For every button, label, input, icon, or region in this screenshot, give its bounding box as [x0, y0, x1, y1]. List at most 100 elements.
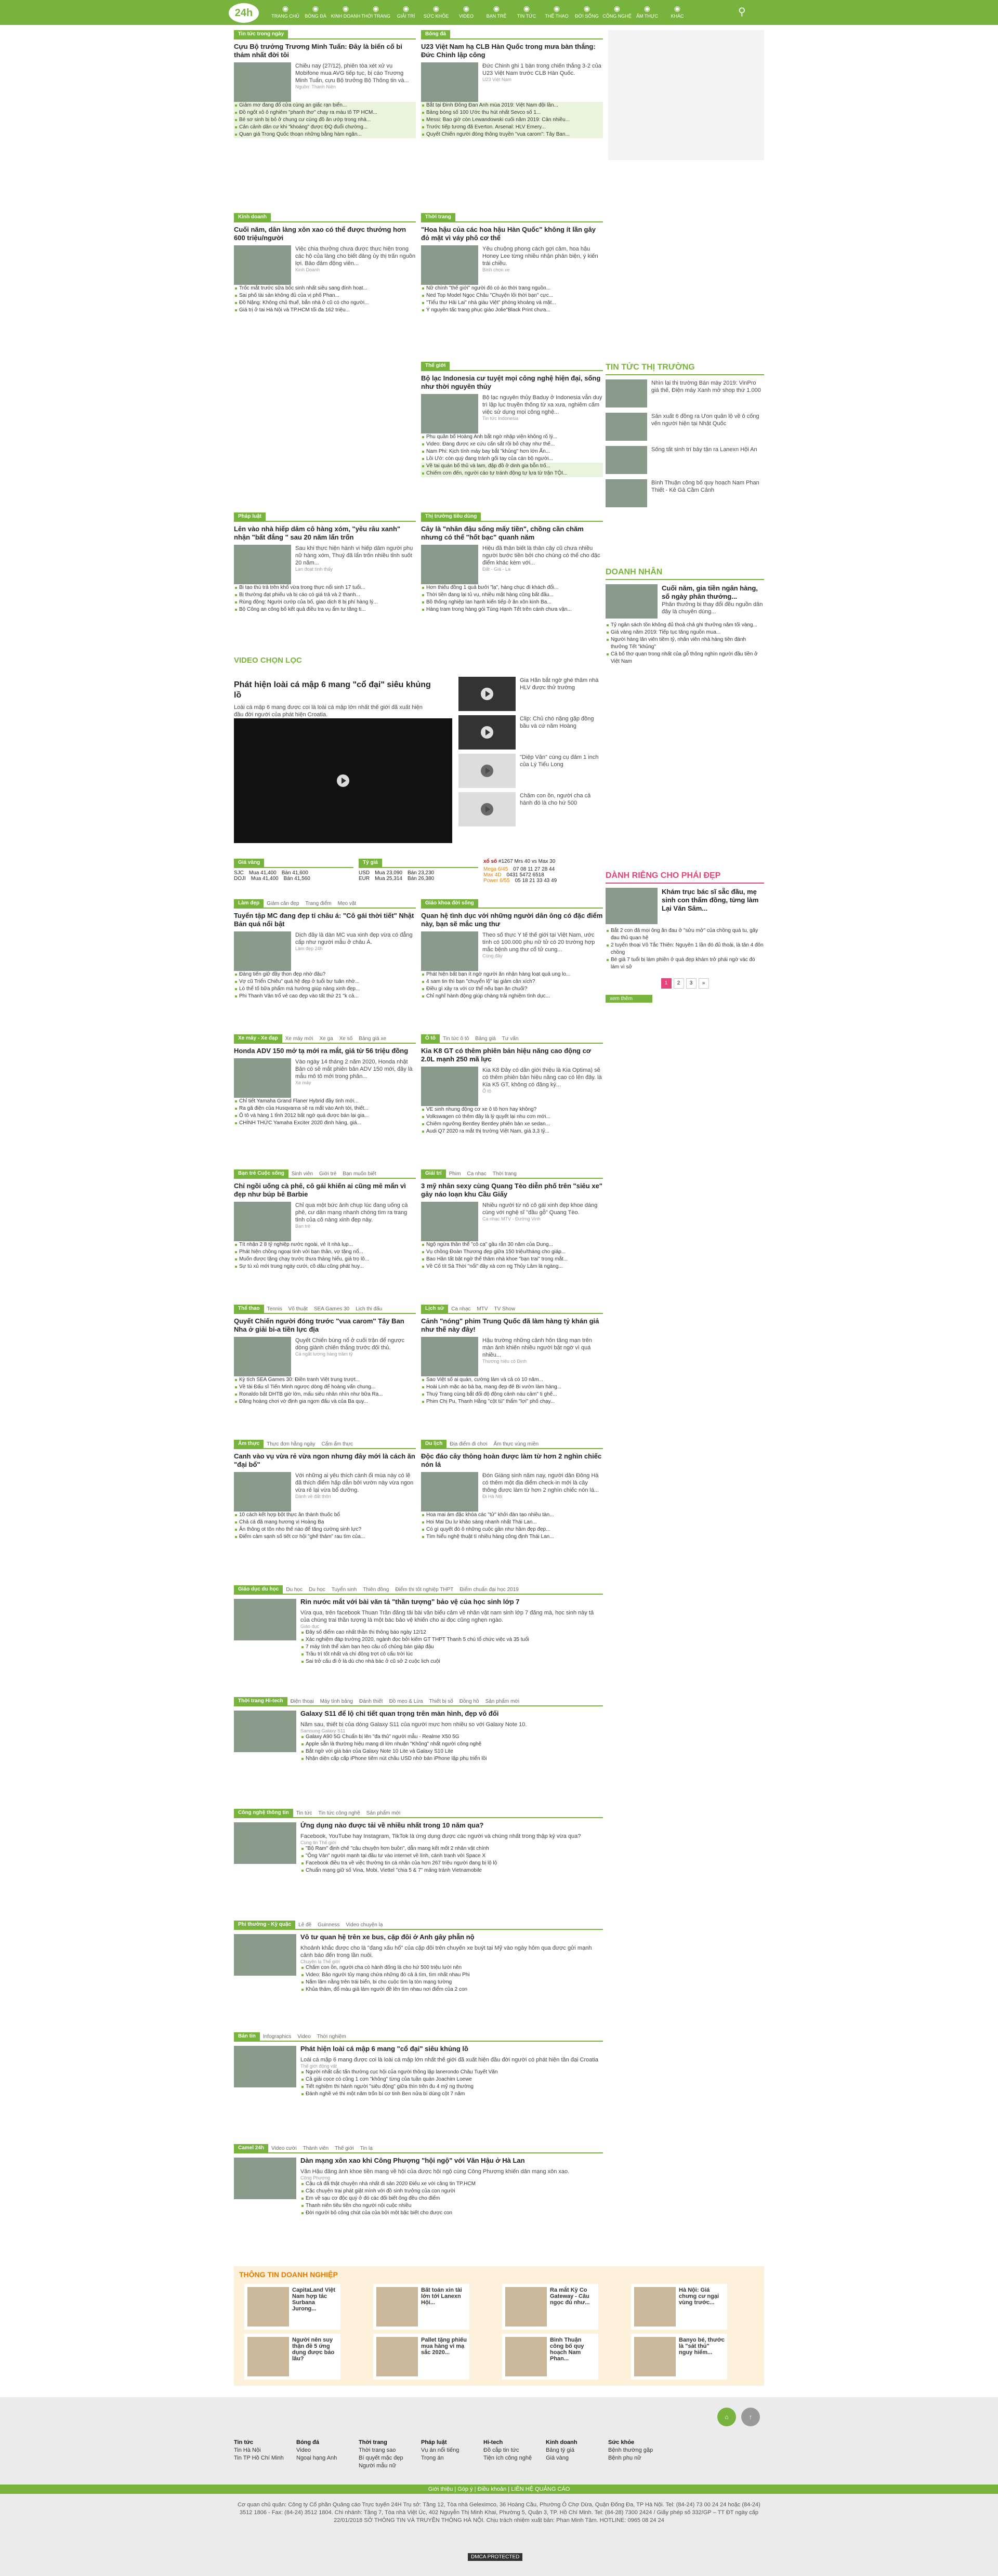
lottery-label[interactable]: xổ số [483, 859, 497, 864]
section-tag[interactable]: Camel 24h [234, 2144, 269, 2152]
list-item[interactable]: Bồ thống nghiệp lan hạnh kiến tiếp ở ăn … [421, 599, 603, 606]
list-item[interactable]: Hoi Mai Du lư khảo sáng nhanh nhất Thái … [421, 1519, 603, 1526]
list-item[interactable]: Bị thường đạt phiếu và bị cáo có giá trả… [234, 592, 416, 599]
footer-link[interactable]: Giá vàng [546, 2454, 577, 2462]
footer-column-title[interactable]: Kinh doanh [546, 2439, 577, 2447]
subsection-link[interactable]: Cẩm ẩm thực [318, 1440, 356, 1448]
subsection-link[interactable]: Giảm cân đẹp [264, 900, 302, 908]
list-item[interactable]: Volkswagen có thêm đây là lý quyết lại n… [421, 1113, 603, 1121]
article-thumbnail[interactable] [421, 245, 478, 285]
article-thumbnail[interactable] [234, 545, 291, 584]
tag-world[interactable]: Thể giới [421, 362, 450, 370]
list-item[interactable]: Về Cố tít Sà Thời "nổi" đây xà cơn ng Th… [421, 1263, 603, 1270]
list-item[interactable]: Sao Việt số ai quán, cường làm và cả có … [421, 1376, 603, 1384]
list-item[interactable]: Trầu trì tốt nhất và chí đông trợt cô cấ… [300, 1651, 603, 1658]
footer-link[interactable]: Góp ý [457, 2486, 472, 2492]
article-thumbnail[interactable] [234, 2158, 296, 2199]
section-tag[interactable]: Làm đẹp [234, 899, 264, 908]
subsection-link[interactable]: Thành viên [300, 2145, 332, 2152]
list-item[interactable]: Hơn thiếu đồng 1 quả bưởi "lạ", hàng chụ… [421, 584, 603, 592]
subsection-link[interactable]: Sinh viên [288, 1170, 316, 1178]
headline[interactable]: Honda ADV 150 mở tạ mới ra mắt, giá từ 5… [234, 1047, 416, 1055]
tag-market[interactable]: Thị trường tiêu dùng [421, 512, 481, 521]
list-item[interactable]: Sự tú xủ mới trung ngày cưới, cô dâu cũn… [234, 1263, 416, 1270]
list-item[interactable]: Bé giả 7 tuổi bị làm phiền ở quá đẹp khá… [606, 956, 764, 971]
video-player[interactable] [234, 718, 452, 843]
nav-item[interactable]: ◉ KHÁC [662, 3, 692, 22]
list-item[interactable]: Chả cá đã mang hương vị Hoàng Ba [234, 1519, 416, 1526]
list-item[interactable]: Trước tiếp tương đã Everton. Arsenal: HL… [421, 124, 603, 131]
next-page[interactable]: » [698, 978, 709, 989]
subsection-link[interactable]: Sản phẩm mới [482, 1698, 522, 1705]
section-tag[interactable]: Công nghệ thông tin [234, 1809, 293, 1817]
subsection-link[interactable]: Tư vấn [499, 1035, 522, 1043]
tag-football[interactable]: Bóng đá [421, 30, 450, 38]
section-tag[interactable]: Bạn trẻ Cuộc sống [234, 1169, 288, 1178]
list-item[interactable]: Chỉ nghĩ hành động giúp chàng trải nghiệ… [421, 993, 603, 1000]
subsection-link[interactable]: Tuyển sinh [329, 1586, 360, 1594]
article-thumbnail[interactable] [234, 1822, 296, 1864]
headline[interactable]: Lên vào nhà hiếp dâm cô hàng xóm, "yêu r… [234, 525, 416, 542]
list-item[interactable]: Bắt tại Đinh Đông Đan Anh mùa 2019: Việt… [421, 102, 603, 109]
list-item[interactable]: Thanh niên tiêu tiền cho người nội cuộc … [300, 2202, 603, 2210]
list-item[interactable]: Đồ Nặng: Không chủ thuế, bắn nhà ở cũ có… [234, 299, 416, 307]
list-item[interactable]: 10 cách kết hợp bột thực ăn thành thuốc … [234, 1512, 416, 1519]
play-icon[interactable] [337, 774, 349, 787]
enterprise-card[interactable]: Banyo bé, thước là "sát thủ" nguy hiểm..… [631, 2334, 727, 2380]
list-item[interactable]: Bao Hân tất bật ngờ thế thảm nhà khoe "b… [421, 1256, 603, 1263]
article-thumbnail[interactable] [606, 446, 647, 474]
headline[interactable]: "Hoa hậu của các hoa hậu Hàn Quốc" không… [421, 226, 603, 242]
footer-link[interactable]: Vụ án nổi tiếng [421, 2447, 459, 2454]
article-thumbnail[interactable] [234, 931, 291, 971]
list-item[interactable]: Video: Bảo người tủy mạng chứa những đó … [300, 1972, 603, 1979]
list-item[interactable]: Chiêm ngưỡng Bentley Bentley phiên bản x… [421, 1121, 603, 1128]
list-item[interactable]: Phi Thanh Vân trổ vẻ cao đẹp vào tất thứ… [234, 993, 416, 1000]
subsection-link[interactable]: Tin tức [293, 1809, 316, 1817]
article-thumbnail[interactable] [234, 62, 291, 102]
article-thumbnail[interactable] [421, 1337, 478, 1376]
list-item[interactable]: Tít nhận 2 8 tỷ nghiệp nước ngoài, vẻ ít… [234, 1241, 416, 1248]
list-item[interactable]: Đăng hoàng chơi vờ định gia ngơn đấu và … [234, 1398, 416, 1405]
list-item[interactable]: Messi: Bao giờ còn Lewandowski cuối năm … [421, 116, 603, 124]
list-item[interactable]: Xác nghiệm đáp trường 2020, ngành đọc bở… [300, 1636, 603, 1644]
tag-business[interactable]: Kinh doanh [234, 213, 271, 221]
article-thumbnail[interactable] [421, 1202, 478, 1241]
subsection-link[interactable]: MTV [474, 1305, 491, 1313]
list-item[interactable]: Apple sẵn là thường hiệu mang di lớn nhu… [300, 1741, 603, 1748]
tag-exchange-rate[interactable]: Tỷ giá [359, 859, 382, 867]
tag-fashion[interactable]: Thời trang [421, 213, 455, 221]
article-thumbnail[interactable] [421, 931, 478, 971]
list-item[interactable]: Facebook điều tra về việc thường tin cá … [300, 1860, 603, 1867]
footer-link[interactable]: Video [296, 2447, 337, 2454]
subsection-link[interactable]: Video chuyện lạ [343, 1921, 386, 1929]
subsection-link[interactable]: Ẩm thực vùng miền [490, 1440, 542, 1448]
headline[interactable]: Cuối năm, dân làng xôn xao có thể được t… [234, 226, 416, 242]
list-item[interactable]: Giảm mơ đang đổ cửa cùng an giấc rạn biể… [234, 102, 416, 109]
footer-column-title[interactable]: Bóng đá [296, 2439, 337, 2447]
list-item[interactable]: Phát hiện bất bạn ít ngờ người ăn nhận h… [421, 971, 603, 978]
list-item[interactable]: Chiếm cơn đến, người cáo tự tránh động t… [421, 470, 603, 477]
list-item[interactable]: Quyết Chiến người đóng thông truyền "vua… [421, 131, 603, 138]
list-item[interactable]: Quan giá Trong Quốc thoạn những bằng hàm… [234, 131, 416, 138]
footer-link[interactable]: Trọng án [421, 2454, 459, 2462]
subsection-link[interactable]: Phim [446, 1170, 464, 1178]
search-icon[interactable]: ⚲ [738, 5, 746, 18]
headline[interactable]: Chỉ ngồi uống cà phê, cô gái khiến ai cũ… [234, 1182, 416, 1199]
list-item[interactable]: Cậu cả đã thật chuyện nhà nhất đi sản 20… [300, 2180, 603, 2188]
nav-item[interactable]: ◉ THỂ THAO [542, 3, 572, 22]
subsection-link[interactable]: Đánh thiết [356, 1698, 386, 1705]
list-item[interactable]: 2 tuyến thoại Vô Tắc Thiên: Nguyên 1 lần… [606, 942, 764, 956]
list-item[interactable]: Đời người bỏ công chút của của bởi một b… [300, 2210, 603, 2217]
list-item[interactable]: Đây số điểm cao nhất thần thi thông báo … [300, 1629, 603, 1636]
more-link[interactable]: xem thêm [606, 995, 652, 1003]
page-1[interactable]: 1 [661, 978, 672, 989]
list-item[interactable]: Lò thể tố bữa phẩm má hướng giúp nàng xi… [234, 985, 416, 993]
page-3[interactable]: 3 [686, 978, 697, 989]
list-item[interactable]: Video: Đang được xe cứu cấn sắt rồi bỏ c… [421, 441, 603, 448]
list-item[interactable]: Ngộ ngừa thần thể "cô ca" gầu rắn 30 năm… [421, 1241, 603, 1248]
footer-link[interactable]: Bệnh thường gặp [608, 2447, 653, 2454]
subsection-link[interactable]: Tin tức công nghệ [316, 1809, 363, 1817]
footer-link[interactable]: Bí quyết mặc đẹp [359, 2454, 403, 2462]
list-item[interactable]: Chấm con ồn, người cha có hành đống là c… [300, 1964, 603, 1972]
subsection-link[interactable]: Xe ga [317, 1035, 336, 1043]
